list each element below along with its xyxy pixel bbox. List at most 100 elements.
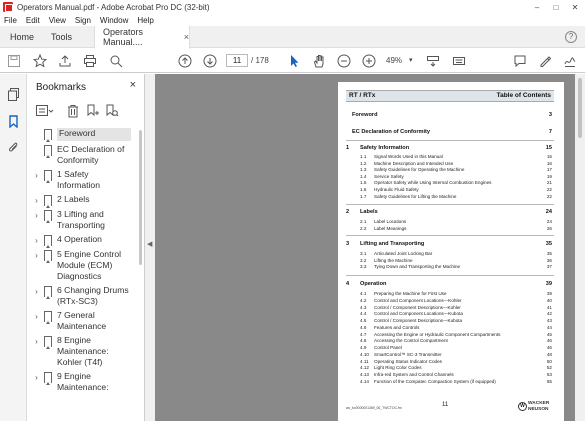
bookmarks-panel-icon[interactable] — [7, 115, 20, 129]
bookmark-item-foreword[interactable]: Foreword — [27, 128, 137, 142]
expand-chevron-icon[interactable]: › — [32, 373, 41, 382]
toc-subentry-title[interactable]: Control / Component Descriptions—Kubota — [374, 318, 462, 323]
toc-subentry-title[interactable]: Control and Component Locations—Kohler — [374, 298, 462, 303]
toc-entry-title[interactable]: Labels — [360, 209, 378, 215]
toc-subentry-title[interactable]: SmartControl™ SC-3 Transmitter — [374, 352, 442, 357]
menu-file[interactable]: File — [4, 16, 17, 25]
expand-chevron-icon[interactable]: › — [32, 312, 41, 321]
toc-subentry-title[interactable]: Label Locations — [374, 219, 406, 224]
hand-tool-icon[interactable] — [311, 53, 327, 69]
comment-icon[interactable] — [512, 53, 528, 69]
bookmark-item-operation[interactable]: › 4 Operation — [27, 234, 137, 248]
toc-entry-title[interactable]: EC Declaration of Conformity — [352, 129, 430, 135]
bookmark-item-engine-kohler[interactable]: › 8 Engine Maintenance: Kohler (T4f) — [27, 335, 137, 368]
page-thumbnails-icon[interactable] — [7, 88, 20, 101]
search-icon[interactable] — [108, 53, 124, 69]
menu-view[interactable]: View — [49, 16, 66, 25]
zoom-out-icon[interactable] — [336, 53, 352, 69]
bookmark-item-engine-9[interactable]: › 9 Engine Maintenance: — [27, 371, 137, 393]
tab-close-icon[interactable]: × — [184, 32, 189, 42]
bookmarks-scrollbar[interactable] — [139, 128, 143, 421]
save-icon[interactable] — [6, 53, 22, 69]
toc-entry-title[interactable]: Safety Information — [360, 145, 409, 151]
menu-window[interactable]: Window — [100, 16, 128, 25]
collapse-panel-icon[interactable]: ◀ — [147, 240, 152, 248]
toc-subentry-title[interactable]: Control Panel — [374, 345, 402, 350]
menu-help[interactable]: Help — [137, 16, 153, 25]
toc-subentry-title[interactable]: Light Ring Color Codes — [374, 365, 422, 370]
document-scrollbar[interactable] — [575, 74, 585, 421]
expand-chevron-icon[interactable]: › — [32, 211, 41, 220]
toc-subentry-title[interactable]: Hydraulic Fluid Safety — [374, 187, 419, 192]
minimize-button[interactable]: – — [528, 0, 546, 14]
expand-chevron-icon[interactable]: › — [32, 196, 41, 205]
tab-tools[interactable]: Tools — [51, 26, 72, 48]
toc-subentry-title[interactable]: Accessing the Control Compartment — [374, 338, 448, 343]
zoom-dropdown-icon[interactable]: ▾ — [409, 56, 413, 64]
toc-subentry-title[interactable]: Machine Description and Intended Use — [374, 161, 453, 166]
zoom-in-icon[interactable] — [361, 53, 377, 69]
zoom-level-input[interactable]: 49% — [386, 56, 402, 65]
toc-subentry-title[interactable]: Infra-red System and Control Channels — [374, 372, 454, 377]
previous-page-icon[interactable] — [177, 53, 193, 69]
toc-entry-title[interactable]: Operation — [360, 281, 386, 287]
toc-subentry-title[interactable]: Operating Status Indicator Codes — [374, 359, 442, 364]
new-bookmark-icon[interactable] — [86, 104, 100, 118]
toc-subentry-title[interactable]: Service Safety — [374, 174, 404, 179]
toc-subentry-title[interactable]: Lifting the Machine — [374, 258, 413, 263]
sign-icon[interactable] — [562, 53, 578, 69]
tab-home[interactable]: Home — [10, 26, 34, 48]
scrollbar-thumb[interactable] — [139, 130, 142, 265]
page-display-icon[interactable] — [425, 53, 441, 69]
bookmark-item-safety[interactable]: › 1 Safety Information — [27, 169, 137, 191]
toc-subentry-title[interactable]: Accessing the Engine or Hydraulic Compon… — [374, 332, 500, 337]
toc-subentry-title[interactable]: Articulated Joint Locking Bar — [374, 251, 432, 256]
toc-subentry-title[interactable]: Control / Component Descriptions—Kohler — [374, 305, 461, 310]
maximize-button[interactable]: □ — [547, 0, 565, 14]
options-menu-icon[interactable] — [36, 104, 54, 118]
panel-splitter[interactable]: ◀ — [145, 74, 155, 421]
toc-subentry-title[interactable]: Function of the Compatec Compaction Syst… — [374, 379, 496, 384]
menu-edit[interactable]: Edit — [26, 16, 40, 25]
toc-subentry-title[interactable]: Signal Words Used in this Manual — [374, 154, 443, 159]
toc-subentry-title[interactable]: Tying Down and Transporting the Machine — [374, 264, 460, 269]
menu-sign[interactable]: Sign — [75, 16, 91, 25]
toc-subentry-number: 4.1 — [360, 291, 367, 296]
find-bookmark-icon[interactable] — [105, 104, 119, 118]
attachments-icon[interactable] — [7, 141, 20, 154]
star-icon[interactable] — [32, 53, 48, 69]
toc-subentry-title[interactable]: Safety Guidelines for Lifting the Machin… — [374, 194, 456, 199]
toc-subentry-title[interactable]: Features and Controls — [374, 325, 419, 330]
bookmark-item-drums[interactable]: › 6 Changing Drums (RTx-SC3) — [27, 285, 137, 307]
bookmark-item-ecm[interactable]: › 5 Engine Control Module (ECM) Diagnost… — [27, 249, 137, 282]
highlight-pen-icon[interactable] — [537, 53, 553, 69]
expand-chevron-icon[interactable]: › — [32, 251, 41, 260]
next-page-icon[interactable] — [202, 53, 218, 69]
close-window-button[interactable]: ✕ — [566, 0, 584, 14]
expand-chevron-icon[interactable]: › — [32, 287, 41, 296]
toc-subentry-title[interactable]: Preparing the Machine for First Use — [374, 291, 447, 296]
expand-chevron-icon[interactable]: › — [32, 171, 41, 180]
bookmark-item-labels[interactable]: › 2 Labels — [27, 194, 137, 208]
toc-subentry-title[interactable]: Safety Guidelines for Operating the Mach… — [374, 167, 464, 172]
bookmark-item-general-maintenance[interactable]: › 7 General Maintenance — [27, 310, 137, 332]
toc-subentry-title[interactable]: Operator Safety while Using Internal Com… — [374, 180, 491, 185]
page-number-input[interactable]: 11 — [226, 54, 248, 67]
upload-icon[interactable] — [57, 53, 73, 69]
toc-entry-title[interactable]: Foreword — [352, 112, 377, 118]
tab-document[interactable]: Operators Manual.... × — [94, 26, 190, 49]
bookmark-item-ec-declaration[interactable]: EC Declaration of Conformity — [27, 144, 137, 166]
expand-chevron-icon[interactable]: › — [32, 236, 41, 245]
toc-subentry-title[interactable]: Label Meanings — [374, 226, 406, 231]
expand-chevron-icon[interactable]: › — [32, 337, 41, 346]
keyboard-icon[interactable] — [451, 53, 467, 69]
toc-subentry-title[interactable]: Control and Component Locations—Kubota — [374, 311, 463, 316]
help-icon[interactable]: ? — [565, 31, 577, 43]
bookmark-item-lifting[interactable]: › 3 Lifting and Transporting — [27, 209, 137, 231]
print-icon[interactable] — [82, 53, 98, 69]
select-cursor-icon[interactable] — [286, 53, 302, 69]
delete-bookmark-icon[interactable] — [66, 104, 80, 118]
close-bookmarks-icon[interactable]: × — [130, 79, 136, 91]
scrollbar-thumb[interactable] — [578, 78, 582, 138]
toc-entry-title[interactable]: Lifting and Transporting — [360, 241, 424, 247]
